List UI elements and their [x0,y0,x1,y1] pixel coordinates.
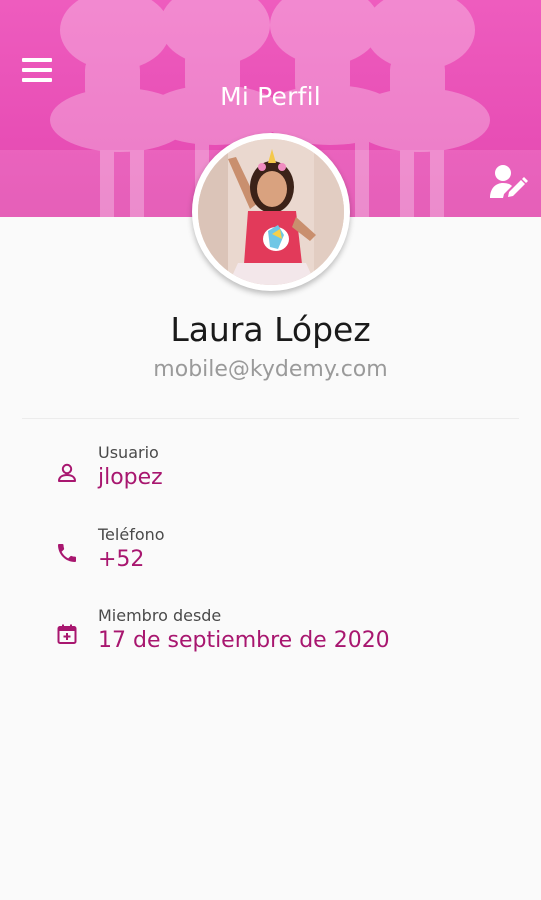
user-icon [55,461,79,485]
profile-name: Laura López [170,310,371,349]
edit-profile-icon [490,165,528,198]
profile-photo-image [198,139,344,285]
avatar-photo [198,139,344,285]
menu-button[interactable] [22,56,52,84]
calendar-add-icon [55,622,79,646]
detail-row-usuario: Usuario jlopez [0,443,541,507]
detail-row-telefono: Teléfono +52 [0,525,541,589]
detail-value: +52 [98,547,145,572]
menu-icon-bar [22,58,52,62]
profile-screen: Mi Perfil Laura López mobile@kydemy.com … [0,0,541,900]
detail-label: Teléfono [98,525,165,544]
divider [22,418,519,419]
detail-label: Miembro desde [98,606,222,625]
detail-value: 17 de septiembre de 2020 [98,628,390,653]
detail-label: Usuario [98,443,159,462]
page-title: Mi Perfil [220,82,321,111]
avatar[interactable] [192,133,350,291]
profile-email: mobile@kydemy.com [153,357,388,382]
menu-icon-bar [22,68,52,72]
detail-row-miembro-desde: Miembro desde 17 de septiembre de 2020 [0,606,541,670]
edit-profile-button[interactable] [488,164,530,200]
phone-icon [55,541,79,565]
detail-value: jlopez [98,465,163,490]
